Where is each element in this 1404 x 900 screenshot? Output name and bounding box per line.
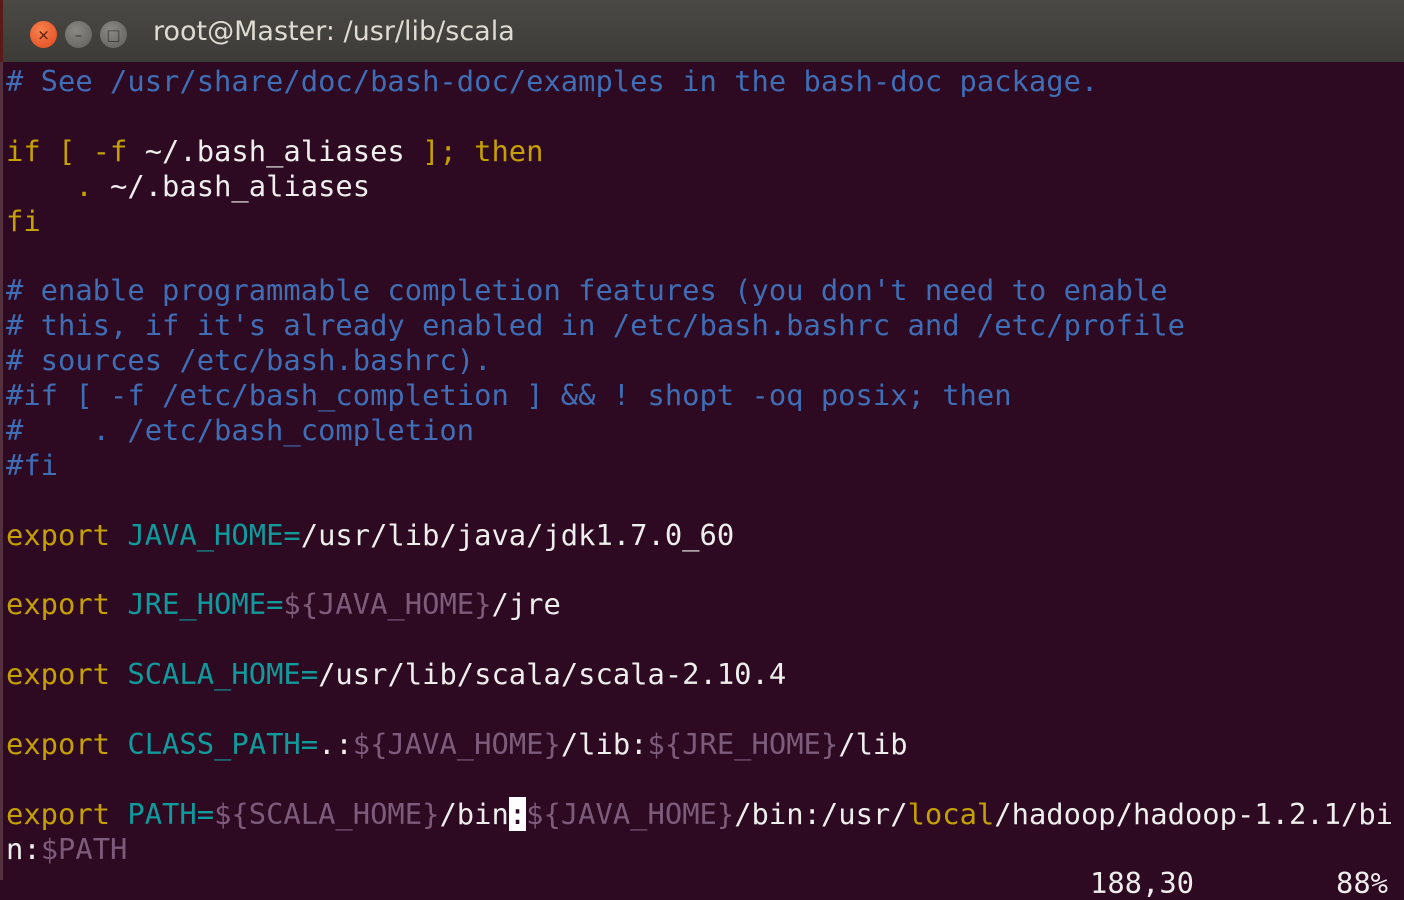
- code-token: /bin: [439, 796, 509, 831]
- code-token: /bin:/usr/: [734, 796, 908, 831]
- editor-line: export JRE_HOME=${JAVA_HOME}/jre: [6, 587, 1404, 622]
- window-titlebar[interactable]: × – □ root@Master: /usr/lib/scala: [0, 0, 1404, 62]
- minimize-button[interactable]: –: [65, 21, 92, 48]
- maximize-icon: □: [106, 25, 121, 44]
- editor-line: n:$PATH: [6, 832, 1404, 867]
- text-cursor: :: [508, 796, 527, 831]
- code-token: # . /etc/bash_completion: [6, 412, 475, 447]
- code-token: # enable programmable completion feature…: [6, 273, 1168, 308]
- code-token: # this, if it's already enabled in /etc/…: [6, 308, 1185, 343]
- code-token: ~/.bash_aliases: [92, 168, 371, 203]
- code-token: SCALA_HOME=: [127, 657, 319, 692]
- close-button[interactable]: ×: [30, 21, 57, 48]
- code-token: local: [907, 796, 995, 831]
- window-border: [0, 62, 3, 880]
- editor-line: # See /usr/share/doc/bash-doc/examples i…: [6, 64, 1404, 99]
- code-token: export: [6, 657, 111, 692]
- editor-line: #if [ -f /etc/bash_completion ] && ! sho…: [6, 378, 1404, 413]
- editor-line: if [ -f ~/.bash_aliases ]; then: [6, 134, 1404, 169]
- code-token: if [ -f: [6, 133, 145, 168]
- scroll-percent: 88%: [1336, 866, 1389, 900]
- code-token: ~/.bash_aliases: [144, 133, 405, 168]
- editor-line: export CLASS_PATH=.:${JAVA_HOME}/lib:${J…: [6, 727, 1404, 762]
- code-token: /usr/lib/java/jdk1.7.0_60: [300, 517, 735, 552]
- window-title: root@Master: /usr/lib/scala: [153, 16, 515, 47]
- code-token: export: [6, 726, 111, 761]
- editor-line: # . /etc/bash_completion: [6, 413, 1404, 448]
- code-token: export: [6, 796, 111, 831]
- code-token: /jre: [491, 587, 561, 622]
- editor-line: # enable programmable completion feature…: [6, 273, 1404, 308]
- code-token: /lib: [838, 726, 908, 761]
- code-token: n:: [6, 831, 41, 866]
- editor-line: fi: [6, 204, 1404, 239]
- code-token: /usr/lib/scala/scala-2.10.4: [318, 657, 787, 692]
- editor-line: . ~/.bash_aliases: [6, 169, 1404, 204]
- code-token: fi: [6, 203, 41, 238]
- editor-line: export JAVA_HOME=/usr/lib/java/jdk1.7.0_…: [6, 518, 1404, 553]
- code-token: # See /usr/share/doc/bash-doc/examples i…: [6, 64, 1099, 98]
- code-token: .: [75, 168, 93, 203]
- code-token: #if [ -f /etc/bash_completion ] && ! sho…: [6, 378, 1012, 413]
- code-token: ${SCALA_HOME}: [214, 796, 440, 831]
- code-token: JRE_HOME=: [127, 587, 284, 622]
- code-token: ${JAVA_HOME}: [283, 587, 492, 622]
- code-token: export: [6, 517, 111, 552]
- code-token: ]; then: [404, 133, 544, 168]
- editor-line: # this, if it's already enabled in /etc/…: [6, 308, 1404, 343]
- maximize-button[interactable]: □: [100, 21, 127, 48]
- code-token: /hadoop/hadoop-1.2.1/bi: [994, 796, 1394, 831]
- cursor-position: 188,30: [1090, 866, 1195, 900]
- minimize-icon: –: [74, 25, 83, 44]
- code-token: # sources /etc/bash.bashrc).: [6, 343, 492, 378]
- code-token: ${JAVA_HOME}: [526, 796, 735, 831]
- code-token: #fi: [6, 447, 59, 482]
- code-token: .:: [318, 726, 353, 761]
- code-token: /lib:: [560, 726, 648, 761]
- code-token: ${JRE_HOME}: [647, 726, 839, 761]
- editor-line: #fi: [6, 448, 1404, 483]
- editor-line: export SCALA_HOME=/usr/lib/scala/scala-2…: [6, 657, 1404, 692]
- close-icon: ×: [37, 25, 50, 44]
- code-token: $PATH: [40, 831, 128, 866]
- code-token: ${JAVA_HOME}: [352, 726, 561, 761]
- code-token: export: [6, 587, 111, 622]
- code-token: JAVA_HOME=: [127, 517, 301, 552]
- editor-line: # sources /etc/bash.bashrc).: [6, 343, 1404, 378]
- terminal-editor[interactable]: # See /usr/share/doc/bash-doc/examples i…: [6, 64, 1404, 880]
- editor-line: export PATH=${SCALA_HOME}/bin:${JAVA_HOM…: [6, 796, 1404, 832]
- code-token: PATH=: [127, 796, 215, 831]
- code-token: CLASS_PATH=: [127, 726, 319, 761]
